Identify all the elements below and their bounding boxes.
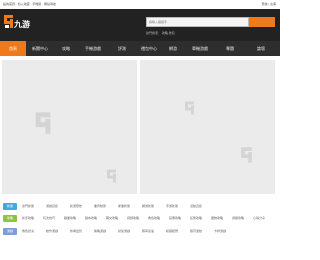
category-link[interactable]: 寵物攻略 <box>211 213 223 224</box>
nav-item[interactable]: 單機游戲 <box>186 41 214 56</box>
nav-item[interactable]: 手機游戲 <box>79 41 107 56</box>
category-link[interactable]: 產業新聞 <box>118 201 130 212</box>
nav-item[interactable]: 新聞中心 <box>27 41 53 56</box>
category-tag[interactable]: 新聞 <box>3 203 17 210</box>
category-link[interactable]: 動作游戲 <box>46 226 58 237</box>
category-link[interactable]: 新游預告 <box>70 201 82 212</box>
top-bar: 設為首頁 · 加入收藏 · 手機版 · 網站導航 · 登錄 | 注冊 <box>0 0 280 9</box>
nav-item[interactable]: 禮包中心 <box>136 41 162 56</box>
category-link[interactable]: 角色攻略 <box>148 213 160 224</box>
nav-item[interactable]: 攻略 <box>53 41 79 56</box>
category-link[interactable]: 活動資訊 <box>190 201 202 212</box>
top-bar-links[interactable]: 設為首頁 · 加入收藏 · 手機版 · 網站導航 · <box>3 0 58 9</box>
category-link[interactable]: 手游新聞 <box>166 201 178 212</box>
category-tag[interactable]: 游戲 <box>3 228 17 235</box>
category-link[interactable]: 通關攻略 <box>232 213 244 224</box>
category-link[interactable]: 賽車競速 <box>142 226 154 237</box>
category-link[interactable]: 射擊游戲 <box>118 226 130 237</box>
nav-item[interactable]: 網游 <box>160 41 186 56</box>
category-row: 攻略 新手攻略 玩法技巧 職業攻略 副本攻略 圖文攻略 視頻攻略 角色攻略 裝備攻略 任務攻略 寵物… <box>0 213 280 224</box>
watermark-logo-icon <box>107 169 116 183</box>
category-link[interactable]: 角色扮演 <box>22 226 34 237</box>
site-header: 九游 熱門搜索： 攻略 禮包 <box>0 9 280 41</box>
category-link[interactable]: 體育運動 <box>190 226 202 237</box>
login-register-link[interactable]: 登錄 | 注冊 <box>262 0 276 9</box>
main-nav: 首頁 新聞中心 攻略 手機游戲 評測 禮包中心 網游 單機游戲 專題 論壇 <box>0 41 280 56</box>
category-link[interactable]: 休閑益智 <box>70 226 82 237</box>
nav-item[interactable]: 專題 <box>216 41 244 56</box>
nav-item[interactable]: 論壇 <box>246 41 276 56</box>
image-placeholder-left[interactable] <box>2 60 137 194</box>
image-placeholder-right[interactable] <box>140 60 275 194</box>
category-link[interactable]: 玩法技巧 <box>43 213 55 224</box>
category-link[interactable]: 卡牌游戲 <box>214 226 226 237</box>
category-link[interactable]: 熱門新聞 <box>22 201 34 212</box>
search-box <box>146 17 275 27</box>
category-link[interactable]: 裝備攻略 <box>169 213 181 224</box>
category-row: 游戲 角色扮演 動作游戲 休閑益智 策略游戲 射擊游戲 賽車競速 模擬經營 體育運動 卡牌游戲 <box>0 226 280 237</box>
logo-name: 九游 <box>14 20 30 29</box>
watermark-logo-icon <box>35 112 51 134</box>
nav-item[interactable]: 評測 <box>109 41 135 56</box>
category-row: 新聞 熱門新聞 游戲資訊 新游預告 業界動態 產業新聞 網游新聞 手游新聞 活動資訊 <box>0 201 280 212</box>
content-panels <box>0 56 280 197</box>
category-link[interactable]: 圖文攻略 <box>106 213 118 224</box>
category-link[interactable]: 模擬經營 <box>166 226 178 237</box>
category-link[interactable]: 策略游戲 <box>94 226 106 237</box>
category-link[interactable]: 副本攻略 <box>85 213 97 224</box>
category-link[interactable]: 游戲資訊 <box>46 201 58 212</box>
hot-searches: 熱門搜索： 攻略 禮包 <box>146 31 175 35</box>
nav-item[interactable]: 首頁 <box>0 41 26 56</box>
category-link[interactable]: 新手攻略 <box>22 213 34 224</box>
category-link[interactable]: 視頻攻略 <box>127 213 139 224</box>
site-logo[interactable]: 九游 <box>1 13 31 37</box>
category-link[interactable]: 業界動態 <box>94 201 106 212</box>
category-link[interactable]: 網游新聞 <box>142 201 154 212</box>
watermark-logo-icon <box>185 101 194 115</box>
logo-mark-icon <box>4 15 13 28</box>
category-link[interactable]: 職業攻略 <box>64 213 76 224</box>
category-link[interactable]: 任務攻略 <box>190 213 202 224</box>
search-button[interactable] <box>249 17 275 27</box>
watermark-logo-icon <box>241 147 252 163</box>
category-link[interactable]: 心得分享 <box>253 213 265 224</box>
category-tag[interactable]: 攻略 <box>3 215 17 222</box>
search-input[interactable] <box>146 17 249 27</box>
